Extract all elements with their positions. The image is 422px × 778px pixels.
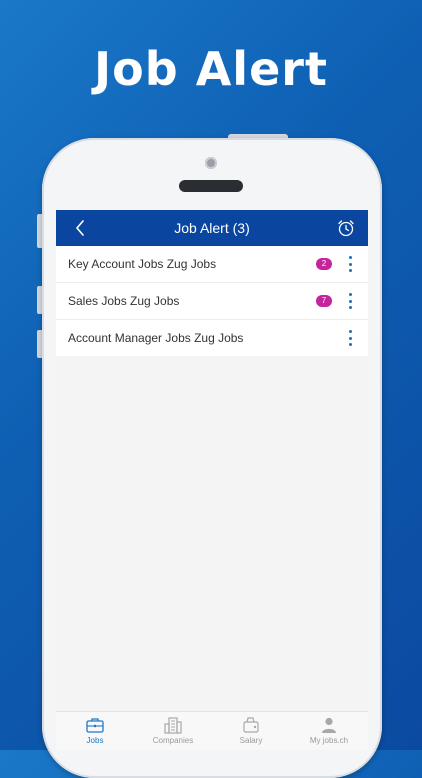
briefcase-icon xyxy=(86,718,104,733)
tab-bar: Jobs Companies Salary My jobs.ch xyxy=(56,711,368,750)
tab-label: Companies xyxy=(152,736,194,745)
alert-row[interactable]: Account Manager Jobs Zug Jobs xyxy=(56,320,368,356)
alarm-button[interactable] xyxy=(336,218,356,238)
alert-label: Key Account Jobs Zug Jobs xyxy=(68,257,217,271)
alert-count-badge: 2 xyxy=(316,258,332,270)
kebab-dot xyxy=(348,269,352,272)
chevron-left-icon xyxy=(76,220,84,236)
alert-list: Key Account Jobs Zug Jobs 2 Sales Jobs Z… xyxy=(56,246,368,356)
tab-label: Jobs xyxy=(86,736,104,745)
alert-label: Account Manager Jobs Zug Jobs xyxy=(68,331,244,345)
building-icon xyxy=(164,717,182,734)
more-options-button[interactable] xyxy=(344,256,356,272)
kebab-dot xyxy=(348,256,352,259)
alert-label: Sales Jobs Zug Jobs xyxy=(68,294,180,308)
promo-title: Job Alert xyxy=(94,42,328,96)
more-options-button[interactable] xyxy=(344,330,356,346)
kebab-dot xyxy=(348,336,352,340)
tab-salary[interactable]: Salary xyxy=(212,712,290,750)
kebab-dot xyxy=(348,343,352,346)
wallet-icon xyxy=(243,717,259,733)
kebab-dot xyxy=(348,293,352,296)
kebab-dot xyxy=(348,306,352,309)
tab-my-jobs[interactable]: My jobs.ch xyxy=(290,712,368,750)
kebab-dot xyxy=(348,262,352,266)
alert-row[interactable]: Sales Jobs Zug Jobs 7 xyxy=(56,283,368,320)
app-screen: Job Alert (3) Key Account Jobs Zug Jobs … xyxy=(56,210,368,750)
tab-label: My jobs.ch xyxy=(309,736,349,745)
more-options-button[interactable] xyxy=(344,293,356,309)
tab-companies[interactable]: Companies xyxy=(134,712,212,750)
kebab-dot xyxy=(348,330,352,333)
alarm-clock-icon xyxy=(338,220,354,237)
tab-label: Salary xyxy=(239,736,263,745)
back-button[interactable] xyxy=(70,218,90,238)
page-title: Job Alert (3) xyxy=(174,220,250,236)
phone-camera xyxy=(205,157,217,169)
alert-row[interactable]: Key Account Jobs Zug Jobs 2 xyxy=(56,246,368,283)
alert-count-badge: 7 xyxy=(316,295,332,307)
phone-speaker xyxy=(179,180,243,192)
nav-bar: Job Alert (3) xyxy=(56,210,368,246)
tab-jobs[interactable]: Jobs xyxy=(56,712,134,750)
person-icon xyxy=(322,717,336,733)
kebab-dot xyxy=(348,299,352,303)
